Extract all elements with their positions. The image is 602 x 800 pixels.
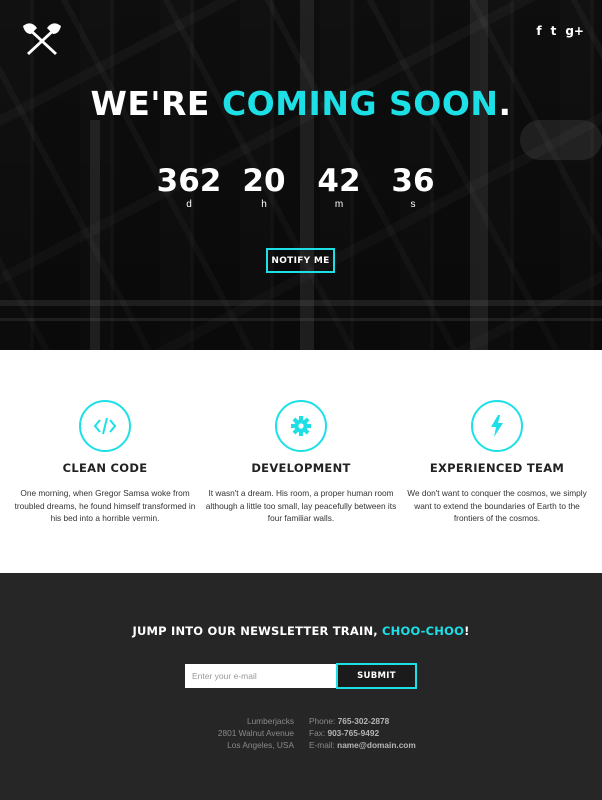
- newsletter-title-end: !: [464, 624, 470, 638]
- gear-icon: [275, 400, 327, 452]
- email-field[interactable]: [185, 664, 337, 688]
- countdown-hours: 20 h: [229, 164, 299, 211]
- countdown-seconds-unit: s: [410, 199, 416, 210]
- countdown-days: 362 d: [154, 164, 224, 211]
- lightning-icon: [471, 400, 523, 452]
- feature-text: We don't want to conquer the cosmos, we …: [407, 488, 587, 523]
- newsletter-title: JUMP INTO OUR NEWSLETTER TRAIN, CHOO-CHO…: [0, 624, 602, 638]
- feature-title: CLEAN CODE: [62, 461, 148, 475]
- headline-period: .: [498, 84, 512, 123]
- newsletter-title-white: JUMP INTO OUR NEWSLETTER TRAIN,: [132, 624, 383, 638]
- countdown-hours-unit: h: [261, 199, 267, 210]
- feature-development: DEVELOPMENT It wasn't a dream. His room,…: [201, 400, 401, 525]
- newsletter-section: JUMP INTO OUR NEWSLETTER TRAIN, CHOO-CHO…: [0, 573, 602, 800]
- email-label: E-mail:: [309, 740, 338, 751]
- features-section: CLEAN CODE One morning, when Gregor Sams…: [0, 350, 602, 573]
- countdown-minutes-value: 42: [317, 163, 361, 199]
- facebook-icon[interactable]: f: [536, 24, 541, 38]
- countdown-days-unit: d: [186, 199, 192, 210]
- countdown-minutes-unit: m: [334, 199, 344, 210]
- feature-clean-code: CLEAN CODE One morning, when Gregor Sams…: [5, 400, 205, 525]
- phone-label: Phone:: [309, 716, 338, 726]
- social-links: f t g+: [536, 24, 584, 38]
- notify-me-button[interactable]: NOTIFY ME: [266, 248, 335, 273]
- page-title: WE'RE COMING SOON.: [0, 84, 602, 123]
- google-plus-icon[interactable]: g+: [565, 24, 584, 38]
- email-line: E-mail: name@domain.com: [309, 739, 416, 751]
- feature-experienced-team: EXPERIENCED TEAM We don't want to conque…: [397, 400, 597, 525]
- fax-line: Fax: 903-765-9492: [309, 727, 416, 739]
- countdown-seconds-value: 36: [391, 163, 435, 199]
- submit-button[interactable]: SUBMIT: [336, 663, 417, 689]
- countdown-days-value: 362: [156, 163, 222, 199]
- feature-title: EXPERIENCED TEAM: [429, 461, 565, 475]
- feature-title: DEVELOPMENT: [251, 461, 351, 475]
- fax-label: Fax:: [309, 728, 328, 739]
- countdown-hours-value: 20: [242, 163, 286, 199]
- address-line: Lumberjacks: [246, 716, 294, 726]
- contact-block: Phone: 765-302-2878 Fax: 903-765-9492 E-…: [309, 715, 416, 752]
- crossed-axes-icon[interactable]: [21, 22, 63, 58]
- address-line: Los Angeles, USA: [227, 740, 294, 751]
- twitter-icon[interactable]: t: [551, 24, 557, 38]
- headline-accent: COMING SOON: [221, 84, 499, 123]
- hero-section: f t g+ WE'RE COMING SOON. 362 d 20 h 42 …: [0, 0, 602, 350]
- countdown-seconds: 36 s: [378, 164, 448, 211]
- newsletter-title-accent: CHOO-CHOO: [382, 624, 465, 638]
- email-link[interactable]: name@domain.com: [337, 740, 416, 750]
- headline-white: WE'RE: [90, 84, 222, 123]
- code-icon: [79, 400, 131, 452]
- feature-text: One morning, when Gregor Samsa woke from…: [14, 488, 196, 523]
- address-block: Lumberjacks 2801 Walnut Avenue Los Angel…: [218, 715, 294, 752]
- feature-text: It wasn't a dream. His room, a proper hu…: [205, 488, 397, 523]
- address-line: 2801 Walnut Avenue: [217, 728, 294, 739]
- phone-line: Phone: 765-302-2878: [309, 715, 416, 727]
- countdown-minutes: 42 m: [304, 164, 374, 211]
- countdown-timer: 362 d 20 h 42 m 36 s: [150, 164, 452, 214]
- phone-value: 765-302-2878: [337, 716, 390, 726]
- fax-value: 903-765-9492: [327, 728, 380, 739]
